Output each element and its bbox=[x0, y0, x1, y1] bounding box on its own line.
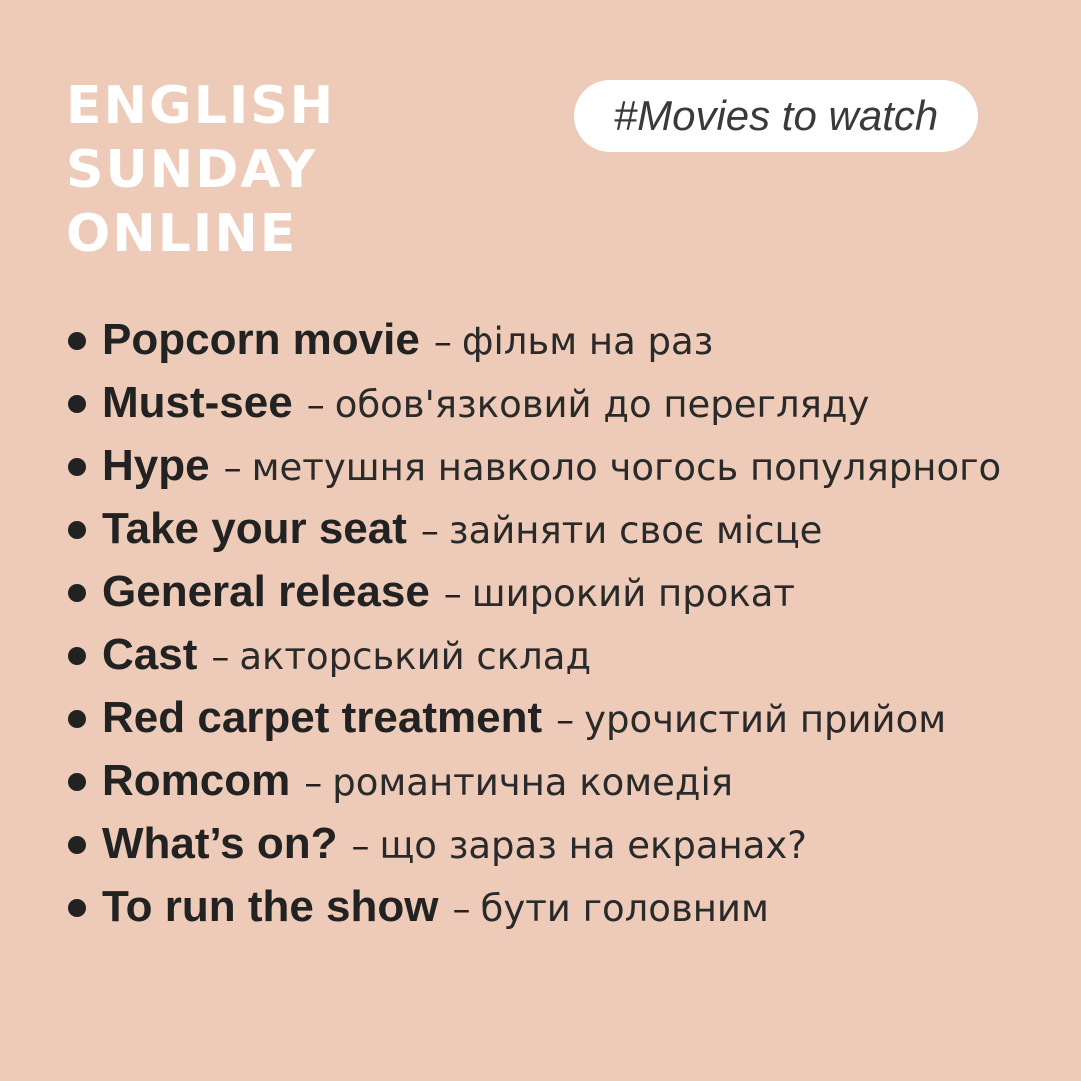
list-item: Romcom – романтична комедія bbox=[66, 751, 1056, 814]
list-item: Cast – акторський склад bbox=[66, 625, 1056, 688]
translation: обов'язковий до перегляду bbox=[334, 383, 870, 426]
brand-line: ENGLISH bbox=[66, 76, 336, 136]
dash: – bbox=[556, 700, 575, 741]
bullet-dot-icon bbox=[68, 647, 86, 665]
bullet-dot-icon bbox=[68, 899, 86, 917]
brand-title: ENGLISH SUNDAY ONLINE bbox=[66, 74, 335, 266]
bullet-dot-icon bbox=[68, 521, 86, 539]
bullet-dot-icon bbox=[68, 836, 86, 854]
term: Cast bbox=[102, 630, 198, 679]
term: Take your seat bbox=[102, 504, 407, 553]
list-item: Red carpet treatment – урочистий прийом bbox=[66, 688, 1056, 751]
term: Must-see bbox=[102, 378, 293, 427]
list-item: What’s on? – що зараз на екранах? bbox=[66, 814, 1056, 877]
hashtag-badge: #Movies to watch bbox=[574, 80, 978, 152]
term: Hype bbox=[102, 441, 210, 490]
dash: – bbox=[351, 826, 370, 867]
dash: – bbox=[306, 385, 325, 426]
bullet-dot-icon bbox=[68, 773, 86, 791]
translation: що зараз на екранах? bbox=[379, 824, 807, 867]
term: General release bbox=[102, 567, 430, 616]
translation: зайняти своє місце bbox=[448, 509, 823, 552]
dash: – bbox=[223, 448, 242, 489]
translation: широкий прокат bbox=[471, 572, 795, 615]
bullet-dot-icon bbox=[68, 458, 86, 476]
bullet-dot-icon bbox=[68, 710, 86, 728]
term: To run the show bbox=[102, 882, 439, 931]
term: Popcorn movie bbox=[102, 315, 420, 364]
list-item: Popcorn movie – фільм на раз bbox=[66, 310, 1056, 373]
term: Red carpet treatment bbox=[102, 693, 543, 742]
bullet-dot-icon bbox=[68, 332, 86, 350]
translation: урочистий прийом bbox=[584, 698, 947, 741]
translation: романтична комедія bbox=[332, 761, 734, 804]
translation: фільм на раз bbox=[461, 320, 714, 363]
vocabulary-list: Popcorn movie – фільм на раз Must-see – обов… bbox=[66, 310, 1056, 940]
dash: – bbox=[452, 889, 471, 930]
dash: – bbox=[211, 637, 230, 678]
list-item: Hype – метушня навколо чогось популярного bbox=[66, 436, 1056, 499]
list-item: Take your seat – зайняти своє місце bbox=[66, 499, 1056, 562]
list-item: General release – широкий прокат bbox=[66, 562, 1056, 625]
list-item: Must-see – обов'язковий до перегляду bbox=[66, 373, 1056, 436]
term: What’s on? bbox=[102, 819, 338, 868]
brand-line: SUNDAY bbox=[66, 140, 318, 200]
dash: – bbox=[304, 763, 323, 804]
list-item: To run the show – бути головним bbox=[66, 877, 1056, 940]
term: Romcom bbox=[102, 756, 291, 805]
dash: – bbox=[433, 322, 452, 363]
dash: – bbox=[420, 511, 439, 552]
hashtag-text: #Movies to watch bbox=[613, 92, 939, 139]
translation: бути головним bbox=[480, 887, 769, 930]
translation: акторський склад bbox=[239, 635, 592, 678]
translation: метушня навколо чогось популярного bbox=[251, 446, 1002, 489]
bullet-dot-icon bbox=[68, 584, 86, 602]
dash: – bbox=[443, 574, 462, 615]
brand-line: ONLINE bbox=[66, 204, 298, 264]
bullet-dot-icon bbox=[68, 395, 86, 413]
